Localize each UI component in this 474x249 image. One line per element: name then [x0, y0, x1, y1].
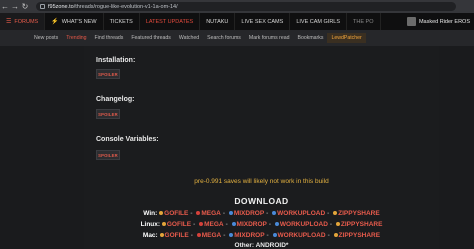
gofile-link[interactable]: GOFILE	[167, 221, 191, 228]
gofile-link[interactable]: GOFILE	[164, 210, 188, 217]
back-icon[interactable]: ←	[0, 0, 10, 13]
zippyshare-icon	[335, 222, 340, 227]
gofile-icon	[159, 233, 164, 238]
sub-new-posts[interactable]: New posts	[30, 35, 62, 41]
download-heading: DOWNLOAD	[234, 196, 289, 206]
sub-watched[interactable]: Watched	[175, 35, 203, 41]
gofile-link[interactable]: GOFILE	[165, 232, 189, 239]
lock-icon	[40, 4, 45, 9]
gofile-icon	[159, 211, 164, 216]
save-compat-notice: pre-0.991 saves will likely not work in …	[194, 178, 329, 185]
top-navigation: ☰ FORUMS ⚡ WHAT'S NEW TICKETS LATEST UPDAT…	[0, 13, 474, 30]
mixdrop-icon	[231, 222, 236, 227]
changelog-label: Changelog:	[96, 96, 135, 103]
url-text: f95zone.to/threads/rogue-like-evolution-…	[48, 3, 178, 10]
sub-search-forums[interactable]: Search forums	[203, 35, 245, 41]
download-row-linux: Linux: GOFILE - MEGA - MIXDROP - WORKUPLOAD…	[140, 221, 383, 228]
forward-icon[interactable]: →	[10, 0, 20, 13]
sub-find-threads[interactable]: Find threads	[91, 35, 128, 41]
bolt-icon: ⚡	[51, 19, 59, 25]
sub-navigation: New posts Trending Find threads Featured…	[0, 30, 474, 46]
installation-label: Installation:	[96, 57, 136, 64]
address-bar[interactable]: f95zone.to/threads/rogue-like-evolution-…	[36, 2, 456, 11]
reload-icon[interactable]: ↻	[20, 0, 30, 13]
workupload-link[interactable]: WORKUPLOAD	[280, 221, 328, 228]
download-row-other[interactable]: Other: ANDROID*	[84, 242, 439, 249]
mega-icon	[196, 233, 201, 238]
os-label: Win:	[143, 210, 158, 217]
sub-lewdpatcher[interactable]: LewdPatcher	[327, 33, 366, 43]
zippyshare-icon	[333, 233, 338, 238]
forum-icon: ☰	[6, 19, 12, 25]
user-menu[interactable]: Masked Rider EROS	[406, 15, 470, 28]
mega-link[interactable]: MEGA	[202, 232, 222, 239]
zippyshare-link[interactable]: ZIPPYSHARE	[341, 221, 383, 228]
username: Masked Rider EROS	[418, 18, 470, 25]
nav-live-cam-girls[interactable]: LIVE CAM GIRLS	[290, 13, 348, 30]
zippyshare-link[interactable]: ZIPPYSHARE	[339, 232, 381, 239]
mega-icon	[196, 211, 201, 216]
mixdrop-link[interactable]: MIXDROP	[234, 210, 264, 217]
workupload-link[interactable]: WORKUPLOAD	[278, 232, 326, 239]
sub-trending[interactable]: Trending	[62, 35, 90, 41]
mixdrop-icon	[229, 233, 234, 238]
workupload-icon	[274, 222, 279, 227]
sub-bookmarks[interactable]: Bookmarks	[294, 35, 328, 41]
gofile-icon	[161, 222, 166, 227]
download-row-win: Win: GOFILE - MEGA - MIXDROP - WORKUPLOAD - …	[143, 210, 380, 217]
download-row-mac: Mac: GOFILE - MEGA - MIXDROP - WORKUPLOAD - …	[142, 232, 381, 239]
avatar	[406, 17, 416, 26]
console-variables-spoiler-button[interactable]: SPOILER	[96, 150, 120, 160]
nav-live-sex-cams[interactable]: LIVE SEX CAMS	[235, 13, 291, 30]
post-content: Installation: SPOILER Changelog: SPOILER…	[84, 46, 439, 249]
mega-link[interactable]: MEGA	[201, 210, 221, 217]
nav-latest-updates[interactable]: LATEST UPDATES	[140, 13, 201, 30]
sub-featured-threads[interactable]: Featured threads	[127, 35, 175, 41]
workupload-icon	[272, 211, 277, 216]
mixdrop-link[interactable]: MIXDROP	[237, 221, 267, 228]
mega-icon	[199, 222, 204, 227]
mega-link[interactable]: MEGA	[204, 221, 224, 228]
zippyshare-icon	[333, 211, 338, 216]
nav-the-po[interactable]: THE PO	[347, 13, 381, 30]
nav-nutaku[interactable]: NUTAKU	[200, 13, 236, 30]
installation-spoiler-button[interactable]: SPOILER	[96, 69, 120, 79]
changelog-spoiler-button[interactable]: SPOILER	[96, 109, 120, 119]
workupload-icon	[272, 233, 277, 238]
browser-toolbar: ← → ↻ f95zone.to/threads/rogue-like-evol…	[0, 0, 474, 13]
sub-mark-forums-read[interactable]: Mark forums read	[245, 35, 294, 41]
os-label: Linux:	[140, 221, 161, 228]
mixdrop-icon	[228, 211, 233, 216]
nav-tickets[interactable]: TICKETS	[104, 13, 140, 30]
nav-whats-new[interactable]: ⚡ WHAT'S NEW	[45, 13, 104, 30]
os-label: Mac:	[142, 232, 158, 239]
nav-forums[interactable]: ☰ FORUMS	[0, 13, 46, 30]
zippyshare-link[interactable]: ZIPPYSHARE	[338, 210, 380, 217]
mixdrop-link[interactable]: MIXDROP	[234, 232, 264, 239]
workupload-link[interactable]: WORKUPLOAD	[277, 210, 325, 217]
console-variables-label: Console Variables:	[96, 136, 159, 143]
